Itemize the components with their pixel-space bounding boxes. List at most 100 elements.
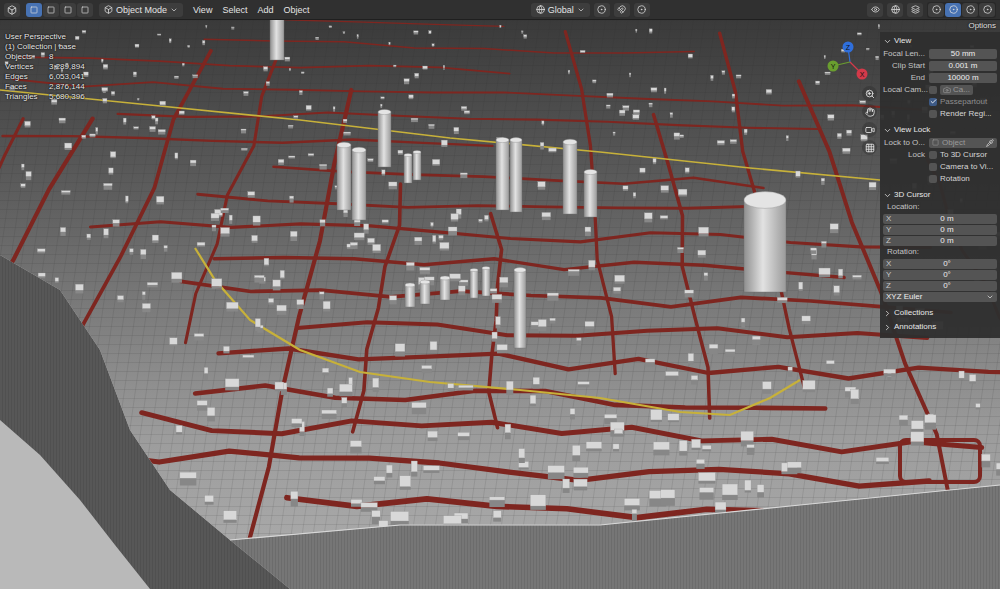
shading-button[interactable]: [979, 3, 995, 17]
snap-button[interactable]: [614, 3, 630, 17]
building: [802, 316, 811, 324]
shading-button[interactable]: [928, 3, 944, 17]
checkbox[interactable]: [929, 110, 937, 118]
menu-item[interactable]: View: [189, 4, 216, 16]
building: [221, 228, 230, 237]
menu-item[interactable]: Object: [279, 4, 313, 16]
building: [821, 178, 824, 185]
checkbox[interactable]: [929, 98, 937, 106]
building: [459, 385, 474, 390]
panel-header[interactable]: Annotations: [883, 320, 997, 334]
building: [306, 105, 311, 110]
building: [698, 250, 706, 257]
number-field[interactable]: X0°: [883, 259, 997, 269]
building: [640, 168, 645, 173]
checkbox[interactable]: [929, 175, 937, 183]
options-button[interactable]: Options: [968, 21, 996, 31]
building: [110, 152, 115, 158]
checkbox[interactable]: [929, 86, 937, 94]
number-field[interactable]: Y0°: [883, 270, 997, 280]
viewport-scene[interactable]: [0, 20, 1000, 589]
building: [41, 53, 45, 58]
checkbox-row[interactable]: Passepartout: [883, 96, 997, 107]
panel-header[interactable]: Collections: [883, 306, 997, 320]
building: [649, 103, 653, 107]
checkbox-row[interactable]: Camera to Vi...: [883, 161, 997, 172]
panel-header[interactable]: 3D Cursor: [883, 188, 997, 202]
checkbox[interactable]: [929, 151, 937, 159]
number-field[interactable]: Y0 m: [883, 225, 997, 235]
building: [876, 56, 879, 60]
shading-sphere-icon: [932, 5, 941, 14]
building: [308, 154, 314, 157]
zoom-button[interactable]: [862, 86, 877, 101]
building: [866, 48, 869, 50]
viewport-stats: User Perspective(1) Collection | baseObj…: [5, 32, 85, 102]
select-mode-button[interactable]: [43, 3, 59, 17]
building: [786, 136, 788, 141]
building: [368, 159, 374, 162]
number-field[interactable]: 0.001 m: [929, 61, 997, 71]
pan-button[interactable]: [862, 104, 877, 119]
visibility-button[interactable]: [867, 3, 883, 17]
checkbox-row[interactable]: Rotation: [883, 173, 997, 184]
building: [395, 344, 405, 357]
building: [632, 509, 637, 521]
building: [150, 127, 156, 132]
projection-button[interactable]: [862, 140, 877, 155]
object-field[interactable]: Object: [929, 138, 997, 148]
mode-dropdown[interactable]: Object Mode: [99, 3, 183, 17]
navigation-gizmo[interactable]: ZYX: [826, 40, 876, 84]
select-mode-button[interactable]: [77, 3, 93, 17]
building: [610, 422, 624, 437]
tower: [270, 20, 284, 60]
building: [911, 432, 924, 446]
editor-type-button[interactable]: [4, 3, 20, 17]
building: [530, 395, 536, 406]
building: [538, 320, 546, 332]
menu-item[interactable]: Select: [218, 4, 251, 16]
shading-group: [927, 2, 996, 18]
menu-item[interactable]: Add: [253, 4, 277, 16]
gizmo-axis[interactable]: X: [850, 62, 868, 80]
shading-button[interactable]: [962, 3, 978, 17]
building: [433, 235, 436, 243]
panel-header[interactable]: View Lock: [883, 123, 997, 137]
select-mode-button[interactable]: [60, 3, 76, 17]
building: [649, 29, 652, 34]
pivot-button[interactable]: [594, 3, 610, 17]
building: [678, 189, 687, 196]
building: [135, 44, 139, 47]
building: [275, 382, 284, 391]
eyedropper-icon: [986, 139, 994, 147]
select-mode-button[interactable]: [26, 3, 42, 17]
number-field[interactable]: Z0°: [883, 281, 997, 291]
shading-button[interactable]: [945, 3, 961, 17]
building: [323, 301, 330, 311]
gizmo-button[interactable]: [887, 3, 903, 17]
building: [316, 37, 319, 40]
checkbox[interactable]: [929, 163, 937, 171]
gizmo-toggle-icon: [891, 5, 900, 14]
rotation-mode-dropdown[interactable]: XYZ Euler: [883, 292, 997, 302]
overlay-button[interactable]: [907, 3, 923, 17]
checkbox-row[interactable]: Render Regi...: [883, 108, 997, 119]
checkbox-row[interactable]: To 3D Cursor: [929, 150, 997, 160]
building: [843, 148, 851, 154]
panel-header[interactable]: View: [883, 34, 997, 48]
gizmo-axis[interactable]: Y: [828, 61, 851, 72]
object-field[interactable]: Ca...: [940, 85, 973, 95]
number-field[interactable]: X0 m: [883, 214, 997, 224]
gizmo-axis[interactable]: Z: [843, 42, 854, 63]
building: [320, 220, 325, 227]
building: [454, 127, 459, 134]
camera-view-button[interactable]: [862, 122, 877, 137]
number-field[interactable]: 10000 m: [929, 73, 997, 83]
building: [61, 191, 70, 195]
proportional-button[interactable]: [634, 3, 650, 17]
number-field[interactable]: Z0 m: [883, 236, 997, 246]
3d-viewport[interactable]: User Perspective(1) Collection | baseObj…: [0, 20, 1000, 589]
number-field[interactable]: 50 mm: [929, 49, 997, 59]
orientation-dropdown[interactable]: Global: [531, 3, 590, 17]
towers: [270, 20, 786, 348]
